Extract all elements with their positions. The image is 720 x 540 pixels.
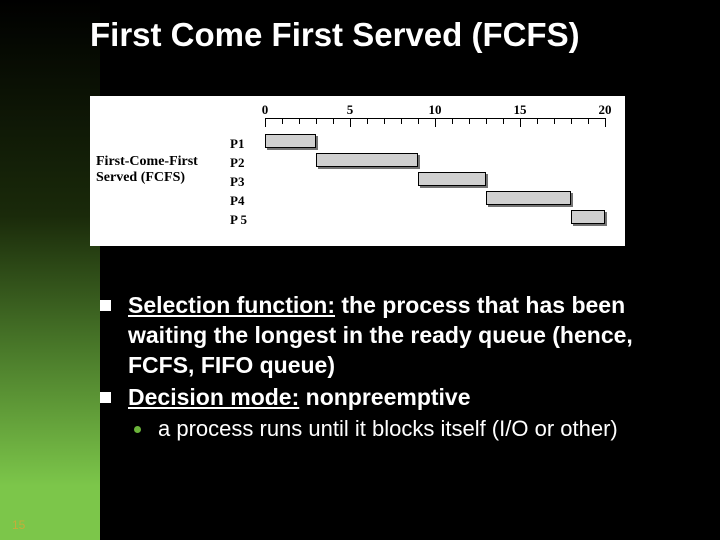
axis-tick [435, 118, 436, 127]
page-number: 15 [12, 518, 25, 532]
axis-tick [469, 118, 470, 124]
proc-label-p3: P3 [230, 172, 247, 191]
axis-tick [605, 118, 606, 127]
axis-tick [537, 118, 538, 124]
proc-label-p1: P1 [230, 134, 247, 153]
bullet-lead-1: Selection function: [128, 292, 335, 318]
axis-tick [367, 118, 368, 124]
axis-tick [503, 118, 504, 124]
gantt-bar-p5 [571, 210, 605, 224]
chart-side-label: First-Come-First Served (FCFS) [96, 154, 226, 186]
axis-tick [316, 118, 317, 124]
tick-label-20: 20 [599, 102, 612, 118]
chart-side-label-line2: Served (FCFS) [96, 170, 226, 186]
proc-label-p4: P4 [230, 191, 247, 210]
axis-tick [571, 118, 572, 124]
axis-tick [282, 118, 283, 124]
bullet-sub-1: a process runs until it blocks itself (I… [100, 414, 690, 444]
chart-side-label-line1: First-Come-First [96, 154, 226, 170]
bullet-decision-mode: Decision mode: nonpreemptive [100, 382, 690, 412]
axis-tick [486, 118, 487, 124]
axis-tick [554, 118, 555, 124]
gantt-bars [265, 134, 605, 234]
gantt-bar-p2 [316, 153, 418, 167]
axis-tick [265, 118, 266, 127]
proc-label-p2: P2 [230, 153, 247, 172]
tick-label-10: 10 [429, 102, 442, 118]
bullet-lead-2: Decision mode: [128, 384, 299, 410]
gantt-bar-p4 [486, 191, 571, 205]
axis-tick [350, 118, 351, 127]
gantt-bar-p3 [418, 172, 486, 186]
tick-label-5: 5 [347, 102, 354, 118]
bullet-rest-2: nonpreemptive [299, 384, 470, 410]
proc-label-p5: P 5 [230, 210, 247, 229]
gantt-bar-p1 [265, 134, 316, 148]
axis-tick [299, 118, 300, 124]
axis-tick [452, 118, 453, 124]
axis-ticks-row [265, 118, 605, 128]
process-labels: P1 P2 P3 P4 P 5 [230, 134, 247, 229]
slide-title: First Come First Served (FCFS) [90, 16, 680, 54]
axis-tick [333, 118, 334, 124]
tick-label-0: 0 [262, 102, 269, 118]
bullet-selection-function: Selection function: the process that has… [100, 290, 690, 380]
gantt-chart: First-Come-First Served (FCFS) 0 5 10 15… [90, 96, 625, 246]
axis-tick [418, 118, 419, 124]
axis-tick [401, 118, 402, 124]
axis-tick [588, 118, 589, 124]
tick-label-15: 15 [514, 102, 527, 118]
axis-tick [384, 118, 385, 124]
bullet-list: Selection function: the process that has… [100, 290, 690, 444]
slide: First Come First Served (FCFS) First-Com… [0, 0, 720, 540]
axis-tick [520, 118, 521, 127]
